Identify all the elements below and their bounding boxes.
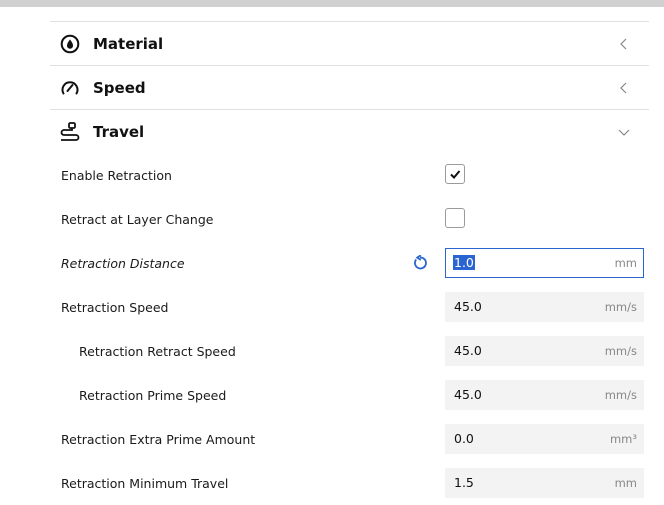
setting-label: Retraction Prime Speed bbox=[79, 387, 227, 403]
setting-retraction-distance: Retraction Distance 1.0 mm bbox=[50, 241, 649, 285]
enable-retraction-checkbox[interactable] bbox=[445, 164, 465, 184]
category-material[interactable]: Material bbox=[50, 21, 649, 65]
chevron-down-icon bbox=[617, 124, 631, 138]
retraction-speed-input[interactable]: 45.0 mm/s bbox=[445, 292, 644, 322]
field-value: 45.0 bbox=[454, 343, 482, 358]
setting-retraction-extra-prime: Retraction Extra Prime Amount 0.0 mm³ bbox=[50, 417, 649, 461]
category-travel[interactable]: Travel bbox=[50, 109, 649, 153]
retraction-distance-input[interactable]: 1.0 mm bbox=[445, 248, 644, 278]
checkmark-icon bbox=[450, 170, 461, 179]
field-unit: mm³ bbox=[609, 432, 637, 446]
setting-retraction-prime-speed: Retraction Prime Speed 45.0 mm/s bbox=[50, 373, 649, 417]
field-value: 45.0 bbox=[454, 387, 482, 402]
field-unit: mm/s bbox=[604, 300, 637, 314]
setting-retract-layer-change: Retract at Layer Change bbox=[50, 197, 649, 241]
category-speed[interactable]: Speed bbox=[50, 65, 649, 109]
category-label: Speed bbox=[93, 78, 146, 97]
retraction-min-travel-input[interactable]: 1.5 mm bbox=[445, 468, 644, 498]
chevron-left-icon bbox=[617, 36, 631, 50]
speed-icon bbox=[59, 78, 81, 98]
retraction-extra-prime-input[interactable]: 0.0 mm³ bbox=[445, 424, 644, 454]
field-unit: mm/s bbox=[604, 344, 637, 358]
retraction-retract-speed-input[interactable]: 45.0 mm/s bbox=[445, 336, 644, 366]
setting-label: Retraction Speed bbox=[61, 299, 169, 315]
field-value: 0.0 bbox=[454, 431, 474, 446]
setting-retraction-speed: Retraction Speed 45.0 mm/s bbox=[50, 285, 649, 329]
field-unit: mm bbox=[614, 256, 637, 270]
field-value: 1.0 bbox=[453, 255, 475, 270]
setting-label: Retraction Minimum Travel bbox=[61, 475, 229, 491]
retraction-prime-speed-input[interactable]: 45.0 mm/s bbox=[445, 380, 644, 410]
setting-enable-retraction: Enable Retraction bbox=[50, 153, 649, 197]
setting-label: Enable Retraction bbox=[61, 167, 172, 183]
category-label: Material bbox=[93, 34, 164, 53]
field-unit: mm bbox=[614, 476, 637, 490]
category-label: Travel bbox=[93, 122, 145, 141]
setting-label: Retract at Layer Change bbox=[61, 211, 214, 227]
setting-label: Retraction Extra Prime Amount bbox=[61, 431, 256, 447]
settings-panel: Material Speed Travel Enable Retraction … bbox=[50, 21, 649, 498]
setting-retraction-retract-speed: Retraction Retract Speed 45.0 mm/s bbox=[50, 329, 649, 373]
field-value: 1.5 bbox=[454, 475, 474, 490]
material-icon bbox=[59, 34, 81, 54]
top-bar bbox=[0, 0, 664, 7]
setting-label: Retraction Retract Speed bbox=[79, 343, 236, 359]
reset-icon[interactable] bbox=[412, 254, 428, 271]
chevron-left-icon bbox=[617, 80, 631, 94]
setting-label: Retraction Distance bbox=[61, 255, 185, 271]
field-unit: mm/s bbox=[604, 388, 637, 402]
setting-retraction-min-travel: Retraction Minimum Travel 1.5 mm bbox=[50, 461, 649, 505]
travel-icon bbox=[59, 122, 81, 142]
retract-layer-change-checkbox[interactable] bbox=[445, 208, 465, 228]
field-value: 45.0 bbox=[454, 299, 482, 314]
